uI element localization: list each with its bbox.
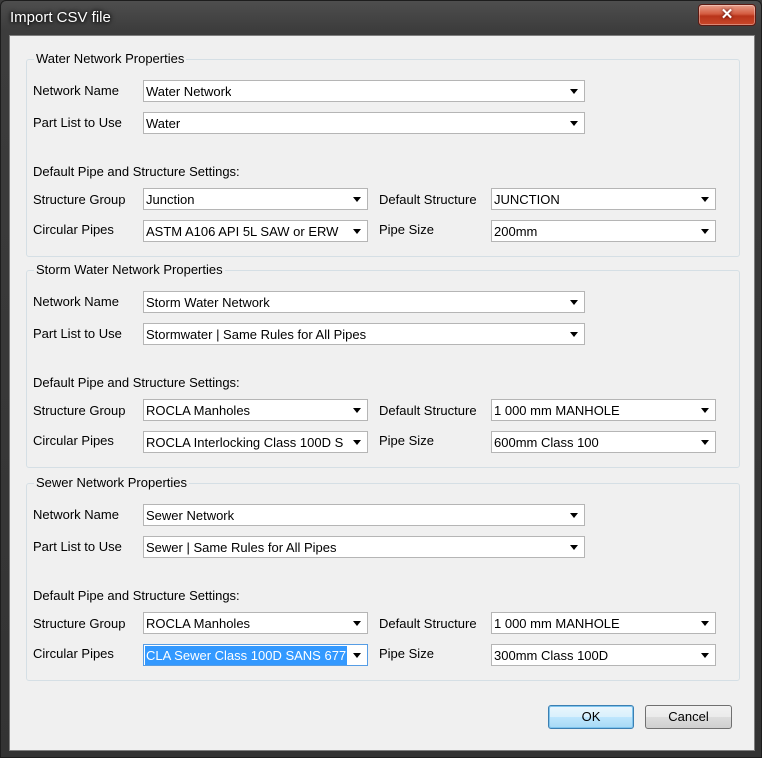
- close-icon: ✕: [720, 6, 734, 23]
- pipe-size-combo[interactable]: 200mm: [491, 220, 716, 242]
- chevron-down-icon[interactable]: [570, 513, 578, 518]
- structure-group-label: Structure Group: [33, 192, 126, 207]
- dialog-content: Water Network Properties Network Name Wa…: [9, 35, 755, 751]
- close-button[interactable]: ✕: [698, 4, 756, 26]
- part-list-value: Sewer | Same Rules for All Pipes: [146, 540, 337, 555]
- network-name-value: Water Network: [146, 84, 232, 99]
- circular-pipes-combo[interactable]: ASTM A106 API 5L SAW or ERW: [143, 220, 368, 242]
- pipe-size-value: 600mm Class 100: [494, 435, 599, 450]
- chevron-down-icon[interactable]: [701, 229, 709, 234]
- circular-pipes-label: Circular Pipes: [33, 433, 114, 448]
- defaults-heading: Default Pipe and Structure Settings:: [33, 588, 240, 603]
- chevron-down-icon[interactable]: [701, 408, 709, 413]
- network-name-combo[interactable]: Sewer Network: [143, 504, 585, 526]
- group-title: Sewer Network Properties: [34, 475, 189, 490]
- network-name-value: Sewer Network: [146, 508, 235, 523]
- chevron-down-icon[interactable]: [701, 197, 709, 202]
- chevron-down-icon[interactable]: [570, 545, 578, 550]
- default-structure-combo[interactable]: 1 000 mm MANHOLE: [491, 399, 716, 421]
- pipe-size-combo[interactable]: 600mm Class 100: [491, 431, 716, 453]
- chevron-down-icon[interactable]: [701, 621, 709, 626]
- part-list-label: Part List to Use: [33, 539, 122, 554]
- structure-group-value: ROCLA Manholes: [146, 616, 251, 631]
- structure-group-combo[interactable]: Junction: [143, 188, 368, 210]
- default-structure-combo[interactable]: JUNCTION: [491, 188, 716, 210]
- default-structure-label: Default Structure: [379, 192, 477, 207]
- network-name-label: Network Name: [33, 507, 119, 522]
- structure-group-label: Structure Group: [33, 403, 126, 418]
- part-list-combo[interactable]: Water: [143, 112, 585, 134]
- network-name-label: Network Name: [33, 83, 119, 98]
- defaults-heading: Default Pipe and Structure Settings:: [33, 375, 240, 390]
- circular-pipes-value: CLA Sewer Class 100D SANS 677: [145, 646, 347, 665]
- storm-water-network-group: Storm Water Network Properties Network N…: [26, 262, 740, 468]
- import-csv-dialog: Import CSV file ✕ Water Network Properti…: [0, 0, 762, 758]
- circular-pipes-combo[interactable]: CLA Sewer Class 100D SANS 677: [143, 644, 368, 666]
- group-title: Storm Water Network Properties: [34, 262, 225, 277]
- sewer-network-group: Sewer Network Properties Network Name Se…: [26, 475, 740, 681]
- pipe-size-value: 300mm Class 100D: [494, 648, 609, 663]
- default-structure-value: JUNCTION: [494, 192, 560, 207]
- chevron-down-icon[interactable]: [701, 653, 709, 658]
- default-structure-value: 1 000 mm MANHOLE: [494, 403, 620, 418]
- part-list-combo[interactable]: Sewer | Same Rules for All Pipes: [143, 536, 585, 558]
- structure-group-combo[interactable]: ROCLA Manholes: [143, 399, 368, 421]
- structure-group-value: Junction: [146, 192, 195, 207]
- network-name-combo[interactable]: Storm Water Network: [143, 291, 585, 313]
- default-structure-label: Default Structure: [379, 403, 477, 418]
- pipe-size-value: 200mm: [494, 224, 538, 239]
- circular-pipes-combo[interactable]: ROCLA Interlocking Class 100D S: [143, 431, 368, 453]
- title-bar[interactable]: Import CSV file ✕: [1, 1, 761, 35]
- pipe-size-label: Pipe Size: [379, 433, 434, 448]
- ok-button[interactable]: OK: [548, 705, 634, 729]
- network-name-value: Storm Water Network: [146, 295, 270, 310]
- default-structure-value: 1 000 mm MANHOLE: [494, 616, 620, 631]
- chevron-down-icon[interactable]: [570, 121, 578, 126]
- pipe-size-label: Pipe Size: [379, 222, 434, 237]
- structure-group-value: ROCLA Manholes: [146, 403, 251, 418]
- chevron-down-icon[interactable]: [353, 229, 361, 234]
- chevron-down-icon[interactable]: [570, 89, 578, 94]
- cancel-button[interactable]: Cancel: [645, 705, 732, 729]
- structure-group-label: Structure Group: [33, 616, 126, 631]
- chevron-down-icon[interactable]: [353, 653, 361, 658]
- part-list-label: Part List to Use: [33, 115, 122, 130]
- circular-pipes-label: Circular Pipes: [33, 222, 114, 237]
- circular-pipes-value: ASTM A106 API 5L SAW or ERW: [146, 224, 339, 239]
- chevron-down-icon[interactable]: [353, 440, 361, 445]
- window-title: Import CSV file: [10, 9, 111, 26]
- part-list-label: Part List to Use: [33, 326, 122, 341]
- chevron-down-icon[interactable]: [570, 332, 578, 337]
- circular-pipes-label: Circular Pipes: [33, 646, 114, 661]
- default-structure-combo[interactable]: 1 000 mm MANHOLE: [491, 612, 716, 634]
- water-network-group: Water Network Properties Network Name Wa…: [26, 51, 740, 257]
- part-list-value: Water: [146, 116, 181, 131]
- part-list-value: Stormwater | Same Rules for All Pipes: [146, 327, 367, 342]
- chevron-down-icon[interactable]: [570, 300, 578, 305]
- part-list-combo[interactable]: Stormwater | Same Rules for All Pipes: [143, 323, 585, 345]
- default-structure-label: Default Structure: [379, 616, 477, 631]
- network-name-combo[interactable]: Water Network: [143, 80, 585, 102]
- defaults-heading: Default Pipe and Structure Settings:: [33, 164, 240, 179]
- chevron-down-icon[interactable]: [353, 197, 361, 202]
- chevron-down-icon[interactable]: [701, 440, 709, 445]
- chevron-down-icon[interactable]: [353, 408, 361, 413]
- structure-group-combo[interactable]: ROCLA Manholes: [143, 612, 368, 634]
- circular-pipes-value: ROCLA Interlocking Class 100D S: [146, 435, 344, 450]
- pipe-size-combo[interactable]: 300mm Class 100D: [491, 644, 716, 666]
- chevron-down-icon[interactable]: [353, 621, 361, 626]
- network-name-label: Network Name: [33, 294, 119, 309]
- group-title: Water Network Properties: [34, 51, 187, 66]
- pipe-size-label: Pipe Size: [379, 646, 434, 661]
